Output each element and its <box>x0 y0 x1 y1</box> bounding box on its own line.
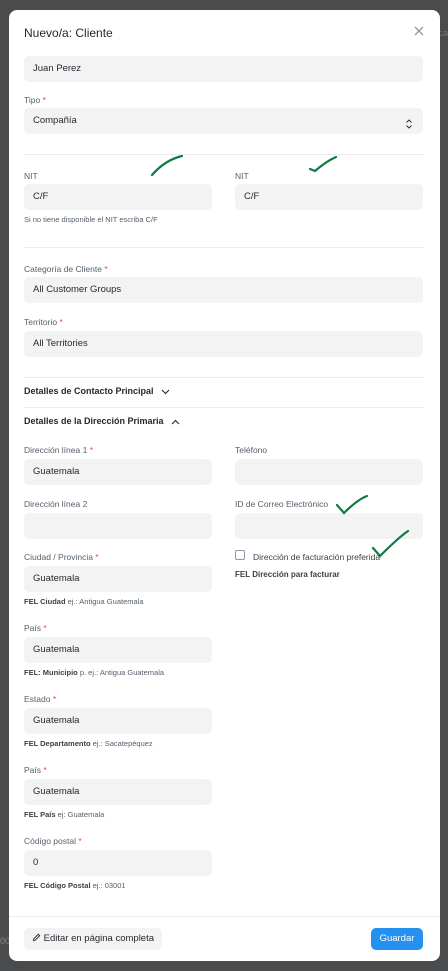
customer-name-value: Juan Perez <box>33 63 82 74</box>
modal-header: Nuevo/a: Cliente <box>9 10 440 56</box>
nit-help-text: Si no tiene disponible el NIT escriba C/… <box>24 215 158 224</box>
pais-label: País * <box>24 623 47 633</box>
codigo-postal-value: 0 <box>33 857 39 868</box>
direccion2-label: Dirección línea 2 <box>24 499 88 509</box>
telefono-label: Teléfono <box>235 445 268 455</box>
billing-address-label: Dirección de facturación preferida <box>253 552 381 562</box>
codigo-postal-help-text: FEL Código Postal ej.: 03001 <box>24 881 126 890</box>
section-direccion-title: Detalles de la Dirección Primaria <box>24 416 164 426</box>
direccion2-input[interactable] <box>24 513 212 539</box>
select-arrows-icon <box>405 115 413 141</box>
section-direccion-toggle[interactable]: Detalles de la Dirección Primaria <box>24 416 180 427</box>
categoria-label: Categoría de Cliente * <box>24 264 108 274</box>
direccion1-value: Guatemala <box>33 466 80 477</box>
chevron-down-icon <box>161 387 170 397</box>
section-divider <box>24 154 424 155</box>
estado-input[interactable]: Guatemala <box>24 708 212 734</box>
tipo-select[interactable]: Compañía <box>24 108 423 134</box>
chevron-up-icon <box>171 417 180 427</box>
billing-address-checkbox[interactable] <box>235 550 245 560</box>
nit-secondary-value: C/F <box>244 191 260 202</box>
annotation-checkmark <box>308 155 338 173</box>
nit-secondary-label: NIT <box>235 171 249 181</box>
email-label: ID de Correo Electrónico <box>235 499 329 509</box>
edit-full-page-label: Editar en página completa <box>43 933 155 944</box>
annotation-checkmark <box>371 529 410 558</box>
close-icon[interactable] <box>412 24 426 38</box>
nit-value: C/F <box>33 191 49 202</box>
annotation-checkmark <box>335 494 369 515</box>
pais-input[interactable]: Guatemala <box>24 637 212 663</box>
pais-secondary-help-text: FEL País ej: Guatemala <box>24 810 105 819</box>
tipo-value: Compañía <box>33 115 77 126</box>
ciudad-input[interactable]: Guatemala <box>24 566 212 592</box>
section-divider <box>24 407 424 408</box>
codigo-postal-input[interactable]: 0 <box>24 850 212 876</box>
ciudad-label: Ciudad / Provincia * <box>24 552 99 562</box>
billing-address-help: FEL Dirección para facturar <box>235 570 340 579</box>
ciudad-value: Guatemala <box>33 573 80 584</box>
annotation-checkmark <box>150 154 184 177</box>
save-button[interactable]: Guardar <box>371 928 423 950</box>
section-divider <box>24 247 424 248</box>
customer-name-input[interactable]: Juan Perez <box>24 56 423 82</box>
nit-input[interactable]: C/F <box>24 184 212 210</box>
codigo-postal-label: Código postal * <box>24 836 82 846</box>
tipo-label: Tipo * <box>24 95 46 105</box>
direccion1-label: Dirección línea 1 * <box>24 445 93 455</box>
direccion1-input[interactable]: Guatemala <box>24 459 212 485</box>
estado-value: Guatemala <box>33 715 80 726</box>
pencil-icon <box>32 933 44 944</box>
categoria-value: All Customer Groups <box>33 284 122 295</box>
section-divider <box>24 377 424 378</box>
pais-value: Guatemala <box>33 644 80 655</box>
territorio-input[interactable]: All Territories <box>24 331 423 357</box>
nit-secondary-input[interactable]: C/F <box>235 184 423 210</box>
telefono-input[interactable] <box>235 459 423 485</box>
pais-secondary-input[interactable]: Guatemala <box>24 779 212 805</box>
territorio-value: All Territories <box>33 338 88 349</box>
edit-full-page-button[interactable]: Editar en página completa <box>24 928 163 950</box>
section-contacto-title: Detalles de Contacto Principal <box>24 386 154 396</box>
estado-help-text: FEL Departamento ej.: Sacatepéquez <box>24 739 153 748</box>
ciudad-help-text: FEL Ciudad ej.: Antigua Guatemala <box>24 597 144 606</box>
estado-label: Estado * <box>24 694 57 704</box>
pais-help-text: FEL: Municipio p. ej.: Antigua Guatemala <box>24 668 165 677</box>
pais-secondary-value: Guatemala <box>33 786 80 797</box>
new-customer-modal: Nuevo/a: Cliente Juan Perez Tipo * Compa… <box>9 10 440 961</box>
territorio-label: Territorio * <box>24 317 63 327</box>
pais-secondary-label: País * <box>24 765 47 775</box>
section-contacto-toggle[interactable]: Detalles de Contacto Principal <box>24 386 170 397</box>
footer-divider <box>9 916 440 917</box>
nit-label: NIT <box>24 171 38 181</box>
categoria-input[interactable]: All Customer Groups <box>24 277 423 303</box>
modal-title: Nuevo/a: Cliente <box>24 26 113 40</box>
